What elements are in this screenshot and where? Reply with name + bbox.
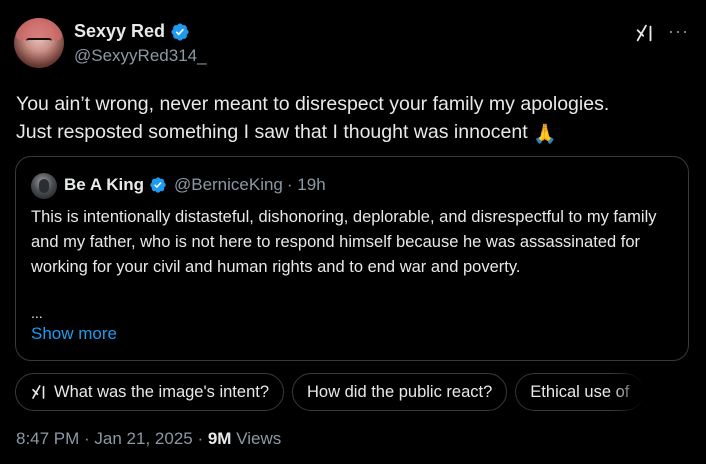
grok-suggestion-pill[interactable]: What was the image's intent?	[15, 373, 285, 411]
grok-suggestion-pill[interactable]: Ethical use of	[515, 373, 645, 411]
tweet-text-line-2-content: Just resposted something I saw that I th…	[16, 121, 528, 143]
grok-suggestion-pill[interactable]: How did the public react?	[292, 373, 508, 411]
tweet-text: You ain’t wrong, never meant to disrespe…	[16, 90, 696, 149]
tweet-text-line-1: You ain’t wrong, never meant to disrespe…	[16, 93, 610, 115]
views-count: 9M	[207, 429, 232, 448]
quoted-tweet-text: This is intentionally distasteful, disho…	[31, 208, 657, 276]
views-label: Views	[231, 429, 282, 448]
show-more-link[interactable]: Show more	[31, 324, 117, 344]
grok-suggestion-label: How did the public react?	[307, 382, 493, 401]
verified-badge-icon	[150, 177, 166, 193]
quoted-tweet-card[interactable]: Be A King @BerniceKing · 19h This is int…	[15, 156, 689, 361]
author-name-row[interactable]: Sexyy Red	[74, 21, 190, 42]
grok-suggestions: What was the image's intent? How did the…	[15, 373, 706, 411]
quoted-author-avatar[interactable]	[31, 173, 57, 199]
tweet: Sexyy Red @SexyyRed314_ ··· You ain’t wr…	[0, 0, 706, 464]
tweet-time[interactable]: 8:47 PM	[16, 429, 79, 448]
grok-suggestion-label: What was the image's intent?	[54, 382, 270, 401]
quoted-tweet-ellipsis: ...	[31, 305, 43, 321]
quoted-author-handle[interactable]: @BerniceKing	[174, 175, 283, 195]
quoted-tweet-header: Be A King @BerniceKing · 19h	[64, 175, 326, 195]
tweet-meta: 8:47 PM · Jan 21, 2025 · 9M Views	[16, 429, 281, 449]
quoted-author-name[interactable]: Be A King	[64, 175, 144, 195]
author-display-name[interactable]: Sexyy Red	[74, 21, 165, 42]
meta-separator: ·	[79, 429, 95, 448]
meta-separator: ·	[192, 429, 208, 448]
quoted-tweet-time[interactable]: · 19h	[287, 175, 326, 195]
grok-icon	[32, 385, 45, 399]
author-avatar[interactable]	[14, 18, 64, 68]
more-dots-icon[interactable]: ···	[668, 22, 689, 40]
tweet-date[interactable]: Jan 21, 2025	[94, 429, 192, 448]
grok-suggestion-label: Ethical use of	[530, 382, 630, 401]
tweet-text-line-2: Just resposted something I saw that I th…	[16, 118, 696, 149]
grok-icon[interactable]	[634, 22, 656, 44]
praying-hands-icon: 🙏	[533, 124, 557, 145]
author-handle[interactable]: @SexyyRed314_	[74, 46, 207, 66]
verified-badge-icon	[171, 22, 189, 41]
